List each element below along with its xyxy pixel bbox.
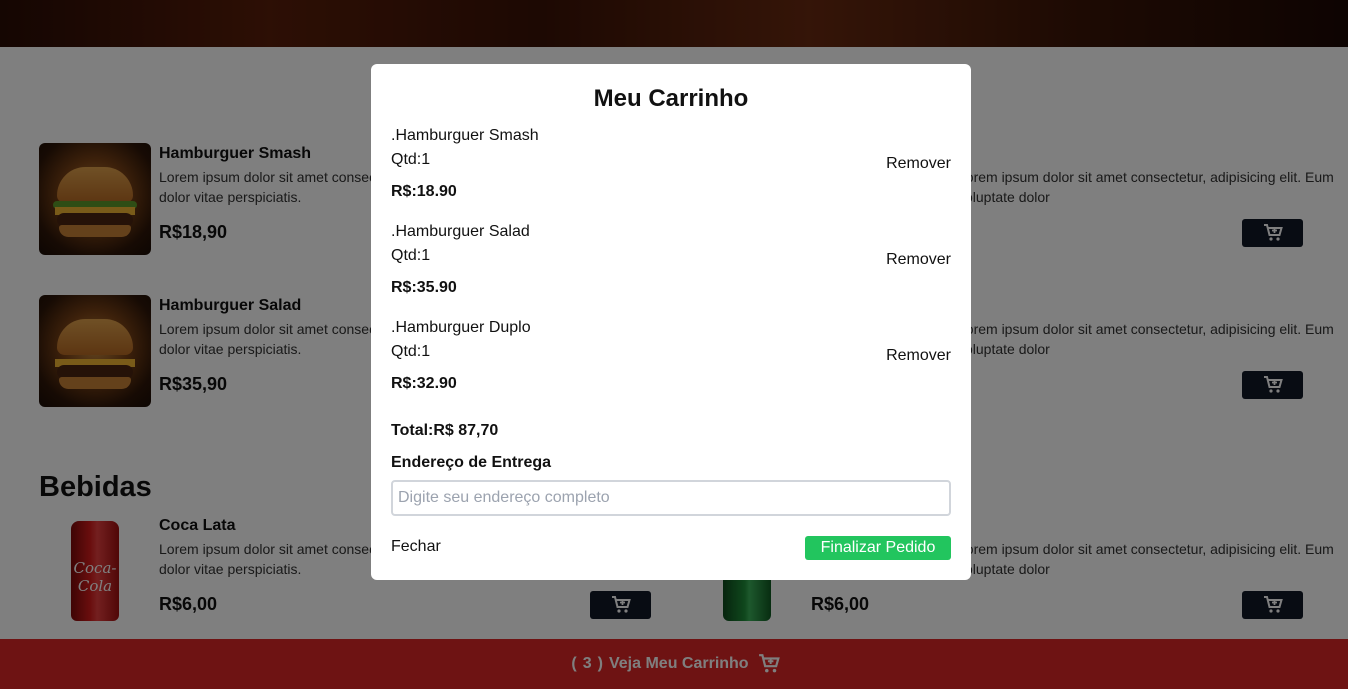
finish-order-button[interactable]: Finalizar Pedido [805,536,951,560]
cart-item: .Hamburguer Salad Qtd:1 R$:35.90 Remover [391,223,951,303]
remove-button[interactable]: Remover [886,155,951,173]
close-button[interactable]: Fechar [391,538,441,556]
cart-item-name: .Hamburguer Smash [391,127,539,144]
cart-item-quantity: Qtd:1 [391,151,431,168]
cart-item: .Hamburguer Duplo Qtd:1 R$:32.90 Remover [391,319,951,399]
cart-item-quantity: Qtd:1 [391,343,431,360]
cart-item-price: R$:35.90 [391,279,457,296]
cart-item-quantity: Qtd:1 [391,247,431,264]
cart-item: .Hamburguer Smash Qtd:1 R$:18.90 Remover [391,127,951,207]
cart-item-price: R$:32.90 [391,375,457,392]
cart-item-price: R$:18.90 [391,183,457,200]
remove-button[interactable]: Remover [886,251,951,269]
cart-modal: Meu Carrinho .Hamburguer Smash Qtd:1 R$:… [371,64,971,580]
cart-total: Total:R$ 87,70 [391,422,499,439]
cart-item-name: .Hamburguer Salad [391,223,530,240]
remove-button[interactable]: Remover [886,347,951,365]
cart-item-name: .Hamburguer Duplo [391,319,531,336]
modal-title: Meu Carrinho [593,85,749,112]
address-input[interactable] [391,480,951,516]
address-label: Endereço de Entrega [391,454,552,471]
